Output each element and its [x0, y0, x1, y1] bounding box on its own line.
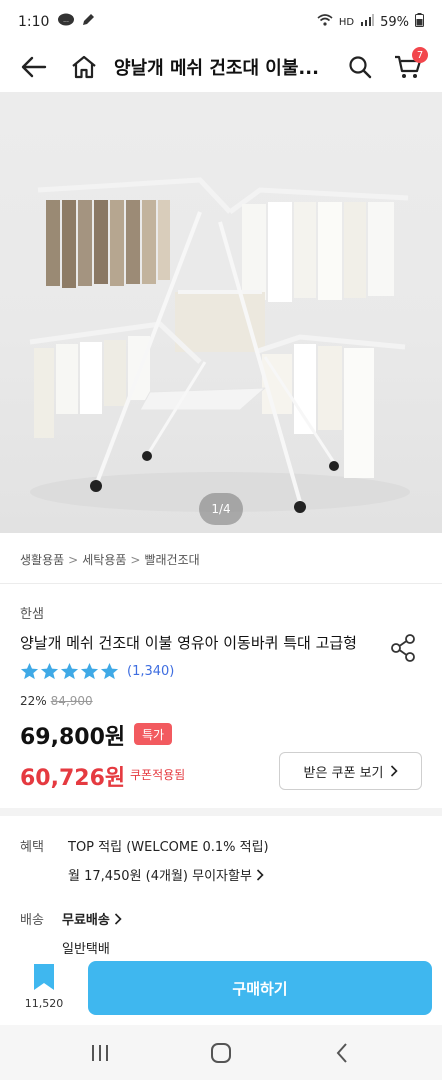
- star-icon: [60, 662, 79, 680]
- shipping-label: 배송: [20, 913, 44, 928]
- bookmark-icon: [34, 964, 54, 990]
- back-nav-button[interactable]: [312, 1033, 372, 1073]
- star-icon: [80, 662, 99, 680]
- breadcrumb-item[interactable]: 세탁용품: [82, 551, 126, 568]
- view-coupons-button[interactable]: 받은 쿠폰 보기: [279, 752, 422, 790]
- chevron-right-icon: [256, 868, 264, 881]
- product-image[interactable]: [0, 92, 442, 533]
- battery-icon: [415, 13, 424, 31]
- search-button[interactable]: [340, 47, 380, 87]
- system-nav-bar: [0, 1025, 442, 1080]
- chevron-right-icon: [390, 765, 398, 777]
- bookmark-button[interactable]: 11,520: [18, 963, 70, 1023]
- installment-link[interactable]: 월 17,450원 (4개월) 무이자할부: [68, 865, 264, 884]
- chevron-right-icon: [114, 912, 122, 925]
- chat-notification-icon: ...: [57, 13, 75, 31]
- app-bar: 양날개 메쉬 건조대 이불... 7: [0, 44, 442, 90]
- discount-line: 22% 84,900: [20, 694, 93, 708]
- chevron-right-icon: >: [130, 552, 141, 567]
- home-nav-button[interactable]: [191, 1033, 251, 1073]
- search-icon: [349, 56, 372, 79]
- free-shipping-link[interactable]: 무료배송: [62, 909, 122, 928]
- section-divider: [0, 808, 442, 816]
- star-icon: [40, 662, 59, 680]
- back-arrow-icon: [21, 56, 47, 78]
- cart-count-badge: 7: [412, 47, 428, 63]
- back-button[interactable]: [14, 47, 54, 87]
- back-chevron-icon: [336, 1042, 347, 1063]
- breadcrumb: 생활용품 > 세탁용품 > 빨래건조대: [20, 551, 200, 568]
- share-icon: [391, 634, 415, 662]
- special-price-badge: 특가: [134, 723, 173, 745]
- free-shipping-text: 무료배송: [62, 913, 110, 928]
- product-title: 양날개 메쉬 건조대 이불 영유아 이동바퀴 특대 고급형: [20, 634, 357, 652]
- coupon-applied-label: 쿠폰적용됨: [130, 768, 186, 782]
- battery-level: 59%: [380, 14, 409, 30]
- cart-button[interactable]: 7: [388, 47, 428, 87]
- brand-name[interactable]: 한샘: [20, 603, 44, 622]
- view-coupons-label: 받은 쿠폰 보기: [303, 765, 384, 781]
- installment-text: 월 17,450원 (4개월) 무이자할부: [68, 869, 252, 884]
- discount-rate: 22%: [20, 694, 47, 708]
- wifi-icon: [317, 14, 333, 30]
- rating-row[interactable]: (1,340): [20, 662, 174, 681]
- buy-button[interactable]: 구매하기: [88, 961, 432, 1015]
- image-pager: 1/4: [199, 493, 243, 525]
- breadcrumb-item[interactable]: 생활용품: [20, 551, 64, 568]
- network-type: HD: [338, 16, 355, 28]
- share-button[interactable]: [388, 632, 420, 664]
- benefit-points: TOP 적립 (WELCOME 0.1% 적립): [68, 840, 269, 855]
- star-rating: [20, 662, 119, 681]
- purchase-bar: 11,520 구매하기: [0, 955, 442, 1025]
- home-button[interactable]: [64, 47, 104, 87]
- divider: [0, 583, 442, 584]
- edit-notification-icon: [81, 13, 95, 31]
- signal-icon: [360, 14, 375, 30]
- recent-apps-button[interactable]: [70, 1033, 130, 1073]
- page-title: 양날개 메쉬 건조대 이불...: [114, 58, 319, 79]
- star-icon: [20, 662, 39, 680]
- benefit-label: 혜택: [20, 840, 44, 855]
- breadcrumb-item[interactable]: 빨래건조대: [144, 551, 199, 568]
- status-bar: 1:10 ... HD 59%: [0, 0, 442, 44]
- home-circle-icon: [210, 1042, 231, 1063]
- coupon-price: 60,726원: [20, 766, 126, 791]
- original-price: 84,900: [50, 694, 93, 708]
- drying-rack-illustration: [29, 177, 410, 513]
- chevron-right-icon: >: [68, 552, 79, 567]
- status-time: 1:10: [18, 14, 50, 30]
- recent-apps-icon: [92, 1044, 109, 1061]
- home-icon: [72, 55, 96, 79]
- review-count[interactable]: (1,340): [127, 664, 174, 679]
- svg-text:...: ...: [64, 17, 70, 24]
- star-icon: [100, 662, 119, 680]
- sale-price: 69,800원: [20, 725, 126, 750]
- bookmark-count: 11,520: [24, 997, 64, 1010]
